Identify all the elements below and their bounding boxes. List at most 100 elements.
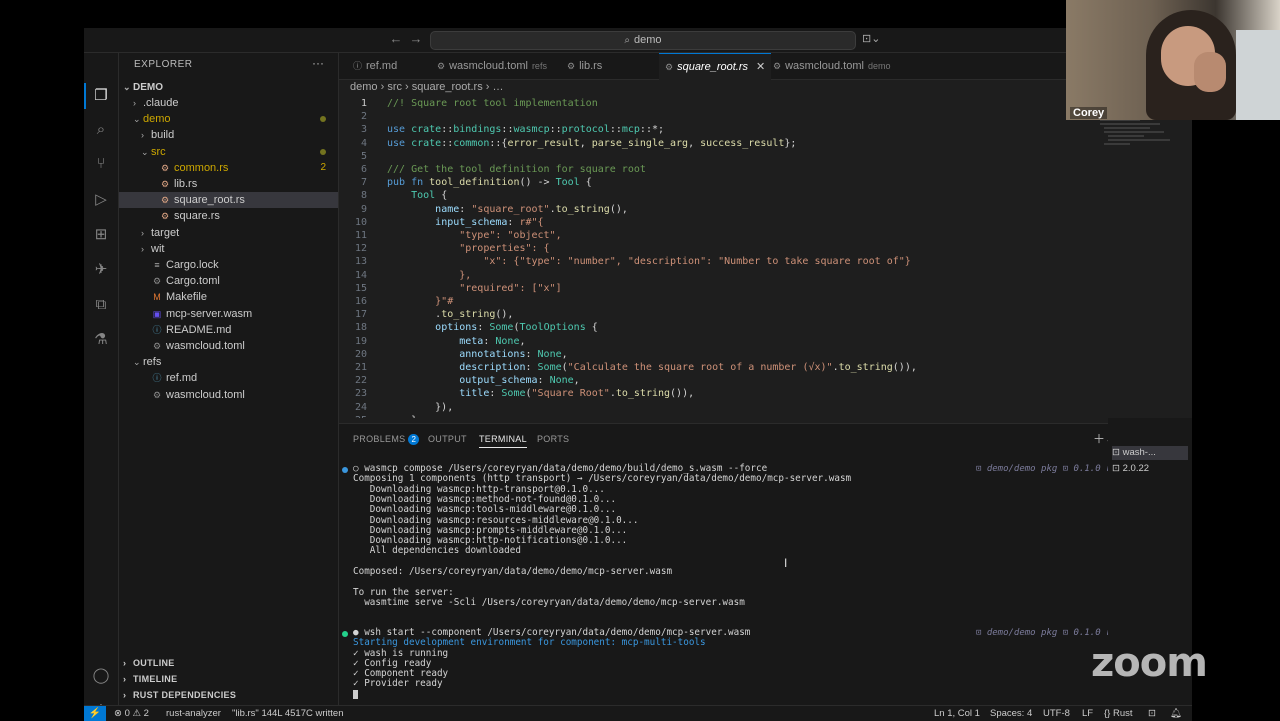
code-line[interactable]: "x": {"type": "number", "description": "… <box>387 255 910 268</box>
file-icon: ⚙ <box>437 61 446 71</box>
code-line[interactable]: annotations: None, <box>387 348 567 361</box>
section-timeline[interactable]: › TIMELINE <box>119 671 338 687</box>
tab-wasmcloud-toml[interactable]: ⚙ wasmcloud.toml demo <box>767 53 903 79</box>
code-line[interactable]: use crate::bindings::wasmcp::protocol::m… <box>387 123 664 136</box>
code-line[interactable]: title: Some("Square Root".to_string()), <box>387 387 694 400</box>
tree-item[interactable]: ≡ Cargo.lock <box>119 257 338 273</box>
code-line[interactable]: "properties": { <box>387 242 549 255</box>
tree-item[interactable]: ⓘ README.md <box>119 322 338 338</box>
tree-item[interactable]: › target <box>119 225 338 241</box>
gear-file-icon: ⚙ <box>152 276 162 287</box>
containers-icon[interactable]: ⧉ <box>91 295 111 315</box>
tree-item[interactable]: ⌄ demo <box>119 111 338 127</box>
breadcrumb-item[interactable]: … <box>492 81 503 93</box>
tree-item[interactable]: › wit <box>119 241 338 257</box>
end-of-line[interactable]: LF <box>1082 706 1093 721</box>
tree-item[interactable]: ⚙ wasmcloud.toml <box>119 338 338 354</box>
rust-analyzer-status[interactable]: rust-analyzer <box>166 706 221 721</box>
code-line[interactable]: output_schema: None, <box>387 374 579 387</box>
code-line[interactable]: }"# <box>387 295 453 308</box>
tree-item-label: common.rs <box>174 161 229 174</box>
arrow-right-icon[interactable]: → <box>408 31 424 47</box>
tree-item[interactable]: ⚙ lib.rs <box>119 176 338 192</box>
tab-output[interactable]: OUTPUT <box>428 434 467 444</box>
tree-item[interactable]: M Makefile <box>119 289 338 305</box>
arrow-left-icon[interactable]: ← <box>388 31 404 47</box>
tab-ref-md[interactable]: ⓘ ref.md <box>347 53 435 79</box>
command-center-search[interactable]: ⌕ demo <box>430 31 856 50</box>
rust-file-icon: ⚙ <box>160 211 170 222</box>
breadcrumb-item[interactable]: square_root.rs <box>412 81 483 93</box>
code-line[interactable]: }, <box>387 269 471 282</box>
code-line[interactable]: .to_string(), <box>387 308 513 321</box>
tab-terminal[interactable]: TERMINAL <box>479 434 527 448</box>
tree-item[interactable]: ⓘ ref.md <box>119 370 338 386</box>
code-line[interactable]: name: "square_root".to_string(), <box>387 203 628 216</box>
code-line[interactable]: description: Some("Calculate the square … <box>387 361 917 374</box>
tab-wasmcloud-toml[interactable]: ⚙ wasmcloud.toml refs <box>431 53 565 79</box>
code-line[interactable]: "type": "object", <box>387 229 561 242</box>
feedback-icon[interactable]: ⊡ <box>1148 706 1156 721</box>
section-label: OUTLINE <box>133 658 175 668</box>
remote-indicator[interactable]: ⚡ <box>84 706 106 721</box>
search-icon[interactable]: ⌕ <box>91 120 111 140</box>
encoding[interactable]: UTF-8 <box>1043 706 1070 721</box>
search-text: demo <box>634 34 662 46</box>
line-number: 17 <box>354 309 367 321</box>
code-line[interactable]: use crate::common::{error_result, parse_… <box>387 137 796 150</box>
testing-icon[interactable]: ⚗ <box>91 330 111 350</box>
tree-item[interactable]: ⚙ Cargo.toml <box>119 273 338 289</box>
tab-square-root-rs[interactable]: ⚙ square_root.rs ✕ <box>659 53 771 80</box>
indentation[interactable]: Spaces: 4 <box>990 706 1032 721</box>
tree-item[interactable]: › .claude <box>119 95 338 111</box>
line-number: 3 <box>360 124 367 136</box>
code-line[interactable]: } <box>387 414 417 418</box>
line-number: 2 <box>360 111 367 123</box>
tree-item[interactable]: ⚙ square.rs <box>119 208 338 224</box>
tree-item-label: README.md <box>166 323 232 336</box>
close-tab-icon[interactable]: ✕ <box>756 61 765 73</box>
tree-item[interactable]: › build <box>119 127 338 143</box>
code-line[interactable]: meta: None, <box>387 335 525 348</box>
notifications-bell-icon[interactable]: 🔔︎ <box>1170 706 1182 721</box>
run-debug-icon[interactable]: ▷ <box>91 190 111 210</box>
language-mode[interactable]: {} Rust <box>1104 706 1133 721</box>
tree-item[interactable]: ⚙ square_root.rs <box>119 192 338 209</box>
code-line[interactable]: input_schema: r#"{ <box>387 216 543 229</box>
explorer-root[interactable]: ⌄ DEMO <box>119 79 338 95</box>
account-icon[interactable]: ◯ <box>91 666 111 686</box>
tree-item[interactable]: ⚙ wasmcloud.toml <box>119 387 338 403</box>
section-outline[interactable]: › OUTLINE <box>119 655 338 671</box>
tree-item[interactable]: ⚙ common.rs 2 <box>119 160 338 176</box>
code-line[interactable]: /// Get the tool definition for square r… <box>387 163 646 176</box>
section-rust-dependencies[interactable]: › RUST DEPENDENCIES <box>119 687 338 703</box>
copilot-icon[interactable]: ⊡⌄ <box>862 32 880 45</box>
code-line[interactable]: pub fn tool_definition() -> Tool { <box>387 176 592 189</box>
tab-ports[interactable]: PORTS <box>537 434 569 444</box>
code-line[interactable]: }), <box>387 401 453 414</box>
explorer-icon[interactable]: ❐ <box>91 86 111 106</box>
code-editor[interactable]: 1 //! Square root tool implementation 2 3 us… <box>339 95 1192 418</box>
rust-file-icon: ⚙ <box>160 162 170 173</box>
minimap[interactable] <box>1100 118 1180 148</box>
extensions-icon[interactable]: ⊞ <box>91 225 111 245</box>
terminal-item-wash[interactable]: ⊡ wash-... <box>1112 446 1188 460</box>
code-line[interactable]: Tool { <box>387 189 447 202</box>
cursor-position[interactable]: Ln 1, Col 1 <box>934 706 980 721</box>
problems-status[interactable]: ⊗ 0 ⚠ 2 <box>114 706 149 721</box>
terminal-item-version[interactable]: ⊡ 2.0.22 <box>1112 462 1188 476</box>
source-control-icon[interactable]: ⑂ <box>91 154 111 174</box>
code-line[interactable]: options: Some(ToolOptions { <box>387 321 598 334</box>
explorer-more-icon[interactable]: ··· <box>312 56 324 70</box>
tab-problems[interactable]: PROBLEMS 2 <box>353 434 420 445</box>
code-line[interactable]: "required": ["x"] <box>387 282 561 295</box>
breadcrumb-item[interactable]: src <box>387 81 402 93</box>
breadcrumb-item[interactable]: demo <box>350 81 378 93</box>
tab-lib-rs[interactable]: ⚙ lib.rs <box>561 53 663 79</box>
tree-item[interactable]: ⌄ refs <box>119 354 338 370</box>
tree-item[interactable]: ▣ mcp-server.wasm <box>119 306 338 322</box>
remote-explorer-icon[interactable]: ✈ <box>91 260 111 280</box>
code-line[interactable]: //! Square root tool implementation <box>387 97 598 110</box>
tree-item[interactable]: ⌄ src <box>119 144 338 160</box>
line-number: 23 <box>354 388 367 400</box>
